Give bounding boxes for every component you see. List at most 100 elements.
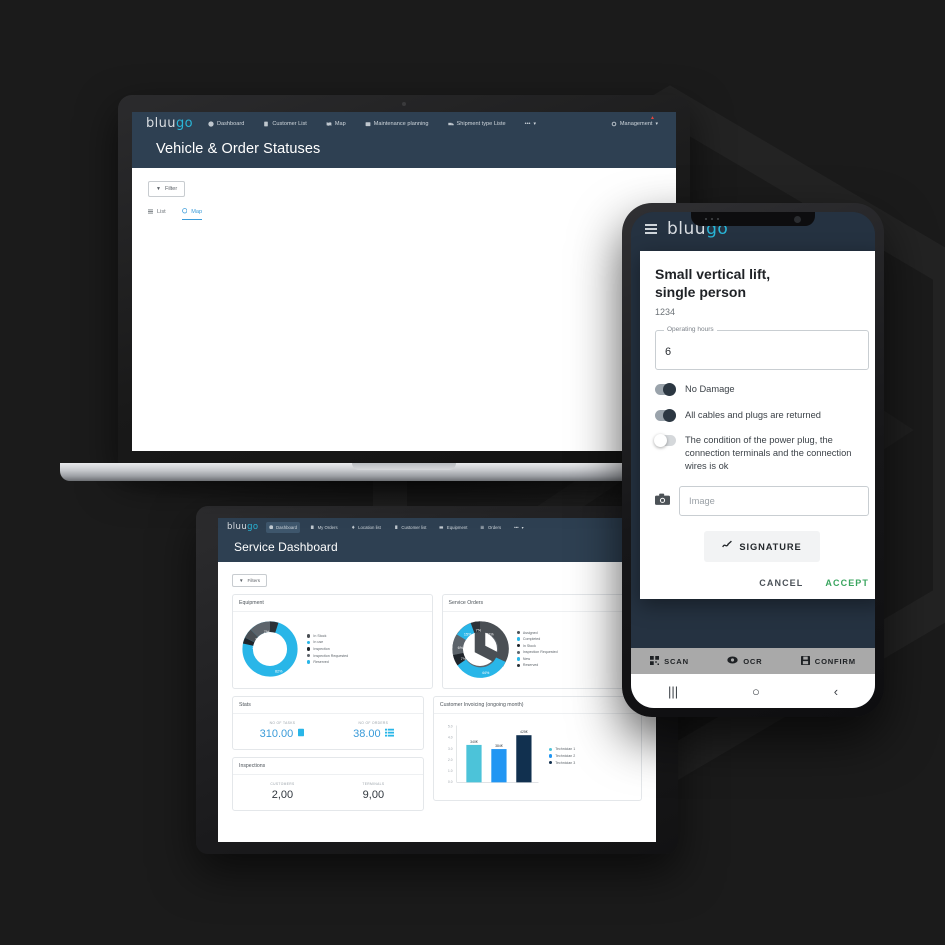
legend-swatch [548,760,553,765]
toggle-cables-returned[interactable]: All cables and plugs are returned [655,408,869,422]
laptop-nav-management[interactable]: Management ▾ ▲ [607,115,662,131]
dialog-title-line2: single person [655,284,747,301]
legend-item: Inspection [307,647,348,651]
inspection-customers: CUSTOMERS 2,00 [237,782,328,801]
toggle-power-plug-condition[interactable]: The condition of the power plug, the con… [654,434,869,472]
toggle-knob [654,434,667,448]
toggle-knob [663,408,676,422]
toggle-switch[interactable] [654,434,676,448]
laptop-nav-maintenance-planning[interactable]: Maintenance planning [361,117,433,131]
legend-swatch [516,637,520,641]
laptop-nav-map[interactable]: Map [322,117,350,131]
ocr-button[interactable]: OCR [727,656,762,666]
camera-icon[interactable] [655,492,670,510]
toggle-switch[interactable] [655,408,676,422]
legend-item: Technician 2 [548,754,575,758]
scan-label: SCAN [664,656,689,666]
tablet-page-header: Service Dashboard [218,536,656,562]
laptop-nav-dashboard[interactable]: Dashboard [204,117,248,131]
slice-label: 3% [255,637,261,641]
phone-notch [691,212,815,226]
home-icon[interactable]: ○ [752,684,760,699]
tab-map[interactable]: Map [181,208,203,220]
signature-button[interactable]: SIGNATURE [704,531,820,563]
laptop-logo[interactable]: bluugo [146,117,193,130]
tablet-nav-equipment[interactable]: Equipment [436,522,470,533]
tablet-nav-my-orders[interactable]: My Orders [307,522,341,533]
hamburger-icon[interactable] [645,224,657,234]
accept-button[interactable]: ACCEPT [825,578,869,588]
legend-item: Reserved [516,663,558,668]
service-orders-card: Service Orders 21% 44% 7% 6% 15% 7% Assi… [441,594,642,689]
back-icon[interactable]: ‹ [834,684,838,699]
legend-label: Reserved [313,660,329,665]
stats-card: Stats NO OF TASKS 310.00 NO OF ORDERS 38… [232,696,424,750]
signature-icon [722,540,733,553]
legend-swatch [307,634,311,638]
tablet-device: bluugo Dashboard My Orders Location list… [196,506,678,854]
operating-hours-field[interactable]: Operating hours 6 [655,326,869,371]
bar-label: 384€ [495,744,503,748]
slice-label: 7% [475,629,481,633]
y-tick: 3.0 [448,747,453,751]
legend-swatch [516,657,520,661]
equipment-legend: In Stock In use Inspection Inspection Re… [307,634,348,664]
toggle-no-damage[interactable]: No Damage [655,383,869,397]
tablet-filter-button[interactable]: ▼ Filters [232,574,268,587]
dashboard-icon [268,525,274,530]
legend-item: Completed [516,637,558,641]
bar-technician-1 [466,744,482,783]
tablet-nav-customer-list[interactable]: Customer list [391,522,430,533]
field-value: 6 [665,346,672,359]
cancel-button[interactable]: CANCEL [759,578,803,588]
laptop-filter-button[interactable]: ▼ Filter [148,181,186,197]
laptop-device: bluugo Dashboard Customer List Map Maint… [60,95,748,507]
slice-label: 15% [463,632,471,636]
clipboard-icon [297,728,305,740]
scan-button[interactable]: SCAN [650,655,689,667]
legend-label: Inspection [313,647,330,651]
equipment-card: Equipment 7% 3% 3% 82% In Stock In use I… [232,594,433,689]
legend-swatch [548,754,553,758]
box-icon [439,525,444,530]
stat-value: 9,00 [362,789,385,801]
laptop-navbar: bluugo Dashboard Customer List Map Maint… [132,112,676,135]
truck-icon [447,121,454,127]
tablet-nav-orders[interactable]: Orders [477,522,504,533]
stat-caption: CUSTOMERS [270,782,295,786]
slice-label: 6% [457,646,463,650]
laptop-nav-more[interactable]: ••• ▾ [521,117,540,131]
legend-label: In Stock [313,633,327,638]
legend-swatch [307,647,311,651]
list-icon [480,525,485,530]
stat-caption: NO OF TASKS [269,721,296,725]
y-tick: 2.0 [448,758,453,762]
toggle-switch[interactable] [655,383,676,397]
ocr-label: OCR [743,656,763,666]
tablet-nav-more[interactable]: ••• ▾ [511,522,527,533]
toggle-label: The condition of the power plug, the con… [685,435,852,471]
list-icon [384,728,394,740]
laptop-nav-shipment-type-liste[interactable]: Shipment type Liste [444,117,510,131]
laptop-nav-customer-list[interactable]: Customer List [259,117,311,131]
tablet-logo[interactable]: bluugo [227,523,259,532]
tablet-nav-location-list[interactable]: Location list [348,522,384,533]
clipboard-icon [310,525,315,530]
dialog-subtitle: 1234 [655,307,676,318]
android-navigation-bar: ||| ○ ‹ [631,674,875,708]
nav-label: Dashboard [276,524,298,530]
tablet-nav-dashboard[interactable]: Dashboard [265,521,301,533]
legend-swatch [516,663,520,668]
list-icon [148,209,153,216]
image-input[interactable]: Image [679,486,869,517]
legend-swatch [307,660,311,664]
recents-icon[interactable]: ||| [668,684,678,699]
legend-label: Assigned [522,630,538,635]
legend-item: In Stock [307,634,348,638]
tab-list[interactable]: List [148,208,166,220]
nav-label: Customer list [401,524,427,530]
eye-icon [727,656,738,666]
confirm-button[interactable]: CONFIRM [800,655,856,667]
legend-label: New [522,656,531,661]
y-tick: 5.0 [448,725,453,729]
